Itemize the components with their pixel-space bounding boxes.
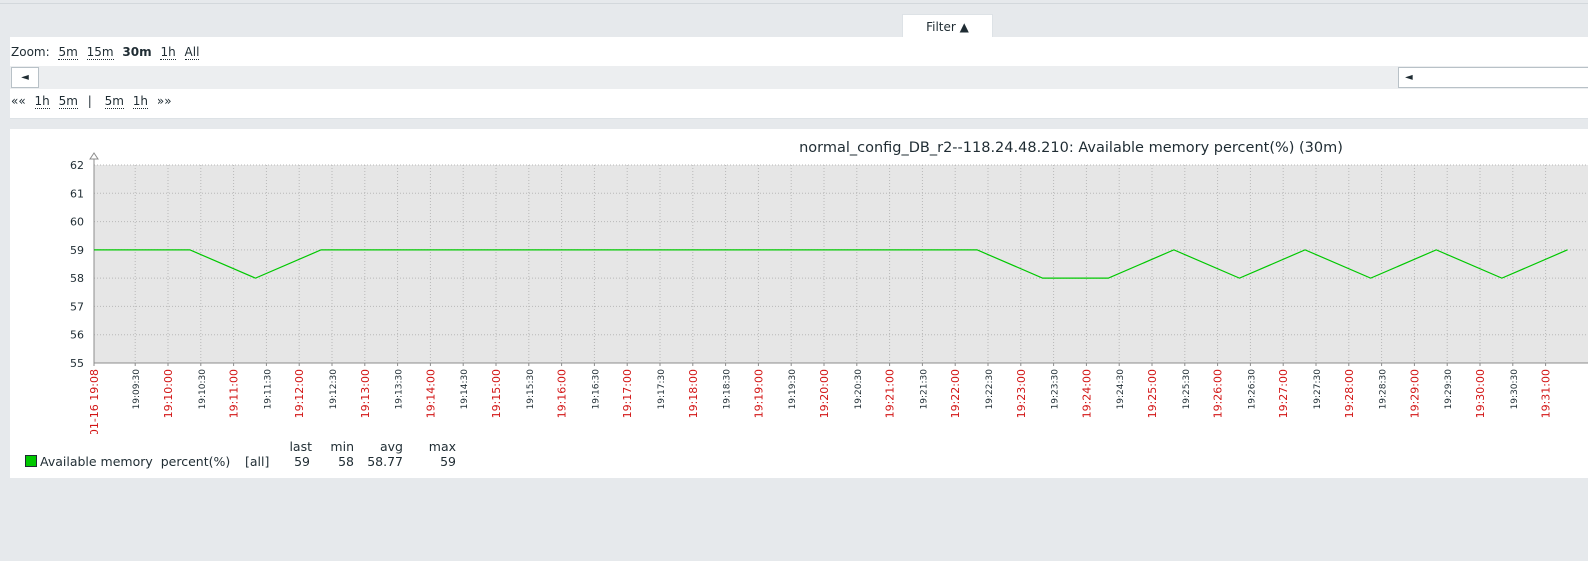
x-tick-label: 19:28:30 — [1379, 369, 1389, 410]
zoom-row: Zoom: 5m 15m 30m 1h All — [11, 45, 200, 60]
zoom-30m-link[interactable]: 30m — [122, 45, 151, 59]
y-tick-label: 59 — [70, 244, 84, 257]
forward-5m-link[interactable]: 5m — [104, 94, 124, 109]
x-tick-label: 19:23:00 — [1015, 369, 1028, 418]
y-tick-label: 57 — [70, 300, 84, 313]
x-tick-label: 19:29:30 — [1444, 369, 1454, 410]
y-tick-label: 61 — [70, 187, 84, 200]
x-tick-label: 19:19:30 — [788, 369, 798, 410]
x-tick-label: 19:27:00 — [1277, 369, 1290, 418]
x-tick-label: 19:12:00 — [293, 369, 306, 418]
x-tick-label: 19:30:30 — [1510, 369, 1520, 410]
x-tick-label: 19:11:00 — [228, 369, 241, 418]
scroll-left-button[interactable]: ◄ — [11, 67, 39, 88]
forward-fast-link[interactable]: »» — [157, 94, 172, 108]
x-tick-label: 19:30:00 — [1474, 369, 1487, 418]
x-tick-label: 19:23:30 — [1051, 369, 1061, 410]
x-tick-label: 19:29:00 — [1408, 369, 1421, 418]
x-tick-label: 19:22:30 — [985, 369, 995, 410]
scroll-handle[interactable]: ◄ — [1398, 67, 1588, 88]
nav-separator: | — [87, 94, 92, 108]
x-tick-label: 19:17:00 — [621, 369, 634, 418]
x-tick-label: 19:26:30 — [1247, 369, 1257, 410]
legend-value-last: 59 — [294, 454, 310, 469]
back-1h-link[interactable]: 1h — [34, 94, 50, 109]
legend-header-avg: avg — [380, 439, 403, 454]
forward-1h-link[interactable]: 1h — [132, 94, 149, 109]
x-tick-label: 19:21:00 — [884, 369, 897, 418]
x-tick-label: 19:21:30 — [919, 369, 929, 410]
x-tick-label: 19:20:00 — [818, 369, 831, 418]
filter-panel: Zoom: 5m 15m 30m 1h All ◄ ◄ «« 1h 5m | 5… — [10, 37, 1588, 119]
x-tick-label: 19:27:30 — [1313, 369, 1323, 410]
x-tick-label: 19:10:00 — [162, 369, 175, 418]
x-tick-label: 19:24:00 — [1080, 369, 1093, 418]
x-tick-label: 19:19:00 — [752, 369, 765, 418]
x-tick-label: 19:20:30 — [854, 369, 864, 410]
x-tick-label: 19:16:00 — [556, 369, 569, 418]
x-tick-label: 19:09:30 — [132, 369, 142, 410]
x-tick-label: 19:15:00 — [490, 369, 503, 418]
top-divider — [0, 3, 1588, 4]
legend-header-last: last — [289, 439, 312, 454]
x-tick-label: 19:12:30 — [329, 369, 339, 410]
y-tick-label: 56 — [70, 329, 84, 342]
graph-panel: normal_config_DB_r2--118.24.48.210: Avai… — [10, 129, 1588, 478]
legend-value-min: 58 — [338, 454, 354, 469]
legend-function: [all] — [245, 454, 270, 469]
x-tick-label: 19:14:30 — [460, 369, 470, 410]
x-tick-label: 19:13:00 — [359, 369, 372, 418]
left-arrow-icon: ◄ — [1405, 72, 1413, 83]
y-tick-label: 62 — [70, 159, 84, 172]
time-navigation: «« 1h 5m | 5m 1h »» — [11, 94, 172, 109]
x-tick-label: 19:28:00 — [1343, 369, 1356, 418]
x-tick-label: 19:16:30 — [591, 369, 601, 410]
legend-header-max: max — [428, 439, 456, 454]
legend-series-name: Available memory percent(%) — [40, 454, 231, 469]
filter-toggle-tab[interactable]: Filter ▲ — [902, 14, 993, 38]
x-tick-label: 19:15:30 — [526, 369, 536, 410]
x-tick-label: 19:14:00 — [424, 369, 437, 418]
x-tick-label: 19:18:00 — [687, 369, 700, 418]
zoom-5m-link[interactable]: 5m — [58, 45, 78, 60]
x-tick-label: 19:17:30 — [657, 369, 667, 410]
x-tick-label: 19:10:30 — [198, 369, 208, 410]
legend-header-min: min — [330, 439, 354, 454]
plot-area — [94, 165, 1588, 363]
x-tick-label: 19:31:00 — [1540, 369, 1553, 418]
timeline-scrollbar[interactable]: ◄ ◄ — [10, 66, 1588, 89]
x-tick-label: 19:24:30 — [1116, 369, 1126, 410]
zoom-all-link[interactable]: All — [184, 45, 200, 60]
y-axis-arrow-icon — [89, 152, 99, 160]
back-5m-link[interactable]: 5m — [58, 94, 78, 109]
x-tick-label: 19:25:30 — [1182, 369, 1192, 410]
left-arrow-icon: ◄ — [21, 72, 29, 83]
legend-value-max: 59 — [440, 454, 456, 469]
x-tick-label: 19:25:00 — [1146, 369, 1159, 418]
graph-title: normal_config_DB_r2--118.24.48.210: Avai… — [799, 140, 1343, 156]
zoom-1h-link[interactable]: 1h — [160, 45, 176, 60]
y-tick-label: 55 — [70, 357, 84, 370]
x-tick-label: 01-16 19:08 — [88, 369, 101, 434]
zoom-label: Zoom: — [11, 45, 50, 59]
x-tick-label: 19:18:30 — [723, 369, 733, 410]
legend-color-swatch — [25, 455, 37, 467]
memory-graph[interactable]: normal_config_DB_r2--118.24.48.210: Avai… — [10, 129, 1588, 434]
zoom-15m-link[interactable]: 15m — [86, 45, 114, 60]
x-tick-label: 19:13:30 — [395, 369, 405, 410]
legend-value-avg: 58.77 — [367, 454, 403, 469]
y-tick-label: 60 — [70, 216, 84, 229]
x-tick-label: 19:26:00 — [1212, 369, 1225, 418]
x-tick-label: 19:22:00 — [949, 369, 962, 418]
y-tick-label: 58 — [70, 272, 84, 285]
x-tick-label: 19:11:30 — [263, 369, 273, 410]
back-fast-link[interactable]: «« — [11, 94, 26, 108]
